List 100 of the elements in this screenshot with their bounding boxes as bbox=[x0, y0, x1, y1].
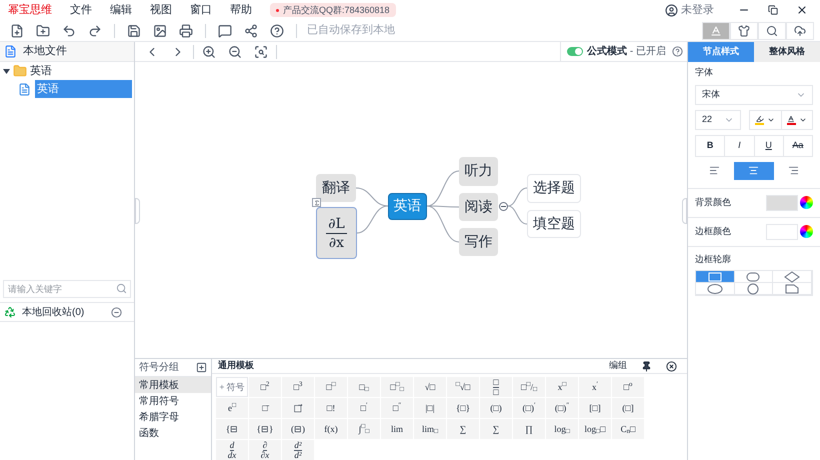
math-template[interactable]: (⊟) bbox=[282, 419, 314, 439]
math-template[interactable]: |□| bbox=[414, 398, 446, 418]
add-symbol-button[interactable]: + 符号 bbox=[216, 377, 248, 397]
theme-tool-button[interactable] bbox=[730, 22, 758, 40]
math-template[interactable]: (□] bbox=[612, 398, 644, 418]
outline-option[interactable] bbox=[734, 271, 774, 283]
user-icon[interactable] bbox=[665, 4, 678, 16]
menu-item[interactable]: 编辑 bbox=[110, 2, 132, 18]
math-template[interactable]: □$^{3}$ bbox=[282, 377, 314, 397]
math-template[interactable]: □$^{2}$ bbox=[249, 377, 281, 397]
close-icon[interactable] bbox=[666, 360, 677, 372]
topic-node[interactable]: 听力 bbox=[459, 157, 498, 186]
color-wheel-icon[interactable] bbox=[800, 196, 813, 209]
outline-option[interactable] bbox=[773, 283, 812, 295]
help-icon[interactable] bbox=[672, 46, 683, 57]
search-field[interactable]: 请输入关键字 bbox=[3, 280, 131, 298]
search-tool-button[interactable] bbox=[758, 22, 786, 40]
menu-item[interactable]: 帮助 bbox=[230, 2, 252, 18]
math-template[interactable]: (□)$^{′}$ bbox=[513, 398, 545, 418]
tree-item[interactable]: 英语 bbox=[0, 62, 134, 80]
recycle-bin[interactable]: 本地回收站(0) bbox=[22, 304, 111, 320]
math-template[interactable]: x$^{′}$ bbox=[579, 377, 611, 397]
add-group-icon[interactable] bbox=[196, 362, 207, 373]
math-template[interactable]: (□) bbox=[480, 398, 512, 418]
panel-tab[interactable]: 整体风格 bbox=[754, 42, 820, 62]
symbol-group-item[interactable]: 希腊字母 bbox=[135, 409, 211, 425]
save-status: 已自动保存到本地 bbox=[307, 23, 395, 38]
menu-item[interactable]: 文件 bbox=[70, 2, 92, 18]
subtopic-node[interactable]: 选择题 bbox=[527, 174, 581, 203]
topic-node[interactable]: 翻译 bbox=[316, 174, 356, 202]
cloud-tool-button[interactable] bbox=[786, 22, 814, 40]
format-button[interactable]: I bbox=[725, 136, 754, 156]
math-template[interactable]: □$^{″}$ bbox=[381, 398, 413, 418]
math-template[interactable]: d² d² bbox=[282, 440, 314, 460]
font-select[interactable]: 宋体 bbox=[695, 84, 813, 104]
math-template[interactable]: (□)$^{″}$ bbox=[546, 398, 578, 418]
subtopic-node[interactable]: 填空题 bbox=[527, 210, 581, 238]
collapse-toggle[interactable] bbox=[499, 202, 508, 211]
math-template[interactable]: C$_{n}$□ bbox=[612, 419, 644, 439]
format-button[interactable]: Aa bbox=[784, 136, 812, 156]
math-template[interactable]: ∑ bbox=[480, 419, 512, 439]
format-button[interactable]: U bbox=[754, 136, 784, 156]
font-color-icon bbox=[786, 114, 796, 124]
math-template[interactable]: e$^{□}$ bbox=[216, 398, 248, 418]
math-template[interactable]: lim bbox=[381, 419, 413, 439]
close-icon[interactable] bbox=[796, 4, 808, 16]
math-template[interactable]: x$^{□}$ bbox=[546, 377, 578, 397]
group-button[interactable]: 编组 bbox=[609, 359, 627, 373]
math-template[interactable]: [□] bbox=[579, 398, 611, 418]
menu-item[interactable]: 视图 bbox=[150, 2, 172, 18]
outline-option[interactable] bbox=[696, 271, 735, 283]
symbol-group-item[interactable]: 函数 bbox=[135, 425, 211, 441]
color-wheel-icon[interactable] bbox=[800, 225, 813, 238]
math-template[interactable]: d dx bbox=[216, 440, 248, 460]
collapse-icon[interactable] bbox=[111, 306, 122, 318]
math-template[interactable]: □⃗ bbox=[282, 398, 314, 418]
menu-item[interactable]: 窗口 bbox=[190, 2, 212, 18]
right-panel-handle[interactable] bbox=[682, 198, 687, 224]
align-button[interactable] bbox=[734, 162, 774, 180]
topic-node[interactable]: 阅读 bbox=[459, 193, 498, 221]
math-template[interactable]: ∂ ∂x bbox=[249, 440, 281, 460]
math-template[interactable]: □$_{□}$ bbox=[348, 377, 380, 397]
outline-option[interactable] bbox=[696, 283, 735, 295]
math-template[interactable]: log$_{□}$□ bbox=[579, 419, 611, 439]
math-template[interactable]: √□ bbox=[414, 377, 446, 397]
root-node[interactable]: 英语 bbox=[388, 193, 427, 220]
outline-option[interactable] bbox=[734, 283, 774, 295]
outline-option[interactable] bbox=[773, 271, 812, 283]
math-template[interactable]: log$_{□}$ bbox=[546, 419, 578, 439]
math-template[interactable]: {□} bbox=[447, 398, 479, 418]
left-panel-handle[interactable] bbox=[135, 198, 140, 224]
recycle-icon bbox=[4, 306, 16, 318]
font-size-select[interactable]: 22 bbox=[695, 110, 741, 130]
math-template[interactable]: □$^{′}$ bbox=[348, 398, 380, 418]
math-template[interactable]: {⊟ bbox=[216, 419, 248, 439]
background-color-swatch[interactable] bbox=[766, 194, 798, 210]
math-template[interactable]: □$^{o}$ bbox=[612, 377, 644, 397]
math-template[interactable]: □$^{□}$/$_{□}$ bbox=[513, 377, 545, 397]
math-template[interactable]: □$^{□}$ bbox=[315, 377, 347, 397]
format-button[interactable]: B bbox=[696, 136, 726, 156]
formula-toggle[interactable] bbox=[566, 47, 583, 56]
formula-mode-status: - 已开启 bbox=[630, 44, 666, 59]
math-template[interactable]: $^{□}$√□ bbox=[447, 377, 479, 397]
math-template[interactable]: □ □ bbox=[480, 377, 512, 397]
login-status[interactable]: 未登录 bbox=[681, 2, 714, 18]
math-template[interactable]: □̄ bbox=[249, 398, 281, 418]
formula-node[interactable]: ∂L ∂x bbox=[316, 207, 357, 259]
math-template[interactable]: f(x) bbox=[315, 419, 347, 439]
topic-node[interactable]: 写作 bbox=[459, 228, 498, 256]
expand-caret-icon[interactable] bbox=[3, 68, 10, 74]
restore-icon[interactable] bbox=[768, 5, 778, 15]
math-template[interactable]: ∑ bbox=[447, 419, 479, 439]
math-template[interactable]: ∏ bbox=[513, 419, 545, 439]
symbol-group-item[interactable]: 常用符号 bbox=[135, 393, 211, 409]
math-template[interactable]: {⊟} bbox=[249, 419, 281, 439]
math-template[interactable]: □! bbox=[315, 398, 347, 418]
math-template[interactable]: lim$_{□}$ bbox=[414, 419, 446, 439]
border-color-swatch[interactable] bbox=[766, 224, 798, 240]
pin-icon[interactable] bbox=[641, 360, 652, 372]
symbol-group-item[interactable]: 常用模板 bbox=[135, 377, 211, 393]
